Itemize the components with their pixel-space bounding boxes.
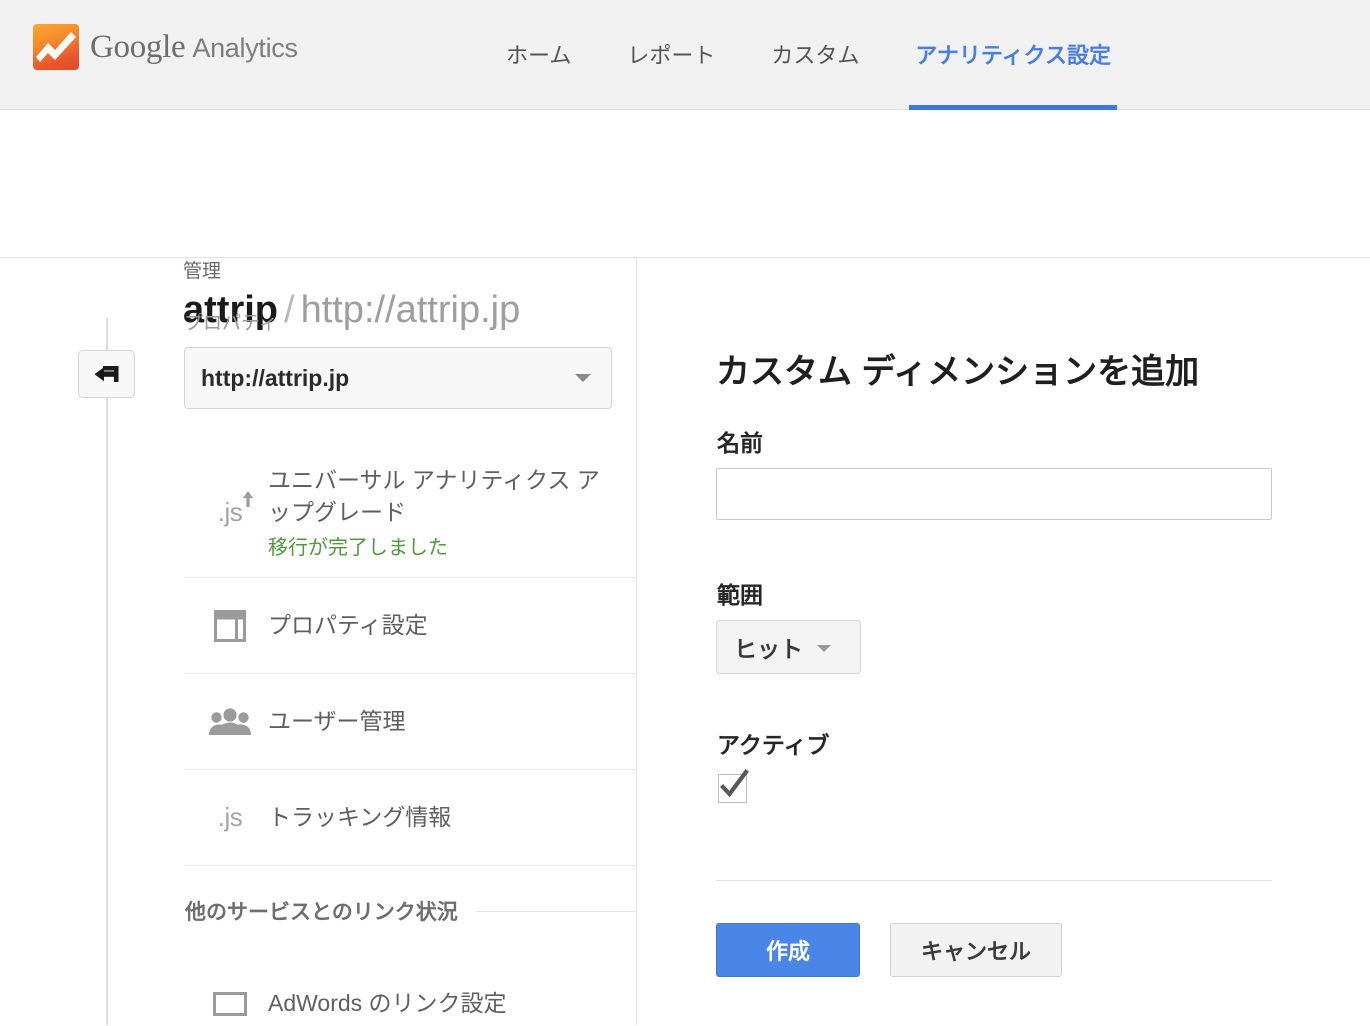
chevron-down-icon [817,644,831,652]
main-nav-tabs: ホーム レポート カスタム アナリティクス設定 [478,0,1139,110]
tab-admin-label: アナリティクス設定 [915,43,1111,68]
admin-body: プロパティ http://attrip.jp .js ユニバーサル アナリティク… [0,258,1370,1025]
tab-admin[interactable]: アナリティクス設定 [887,0,1139,110]
analytics-logo-icon [33,24,79,70]
rail-connector-line [106,318,108,1025]
chevron-down-icon [575,374,591,382]
property-select-value: http://attrip.jp [201,364,350,391]
sidebar-item-user-management[interactable]: ユーザー管理 [184,674,637,770]
js-upgrade-icon: .js [192,491,268,528]
scope-select[interactable]: ヒット [716,620,861,674]
brand-google-word: Google [90,28,186,65]
sidebar-section-linked-services: 他のサービスとのリンク状況 [184,866,637,956]
account-bar: 管理 attrip / http://attrip.jp [0,110,1370,331]
panel-divider [716,880,1272,881]
sidebar-item-property-settings[interactable]: プロパティ設定 [184,578,637,674]
brand-text: Google Analytics [90,28,298,65]
adwords-icon [192,989,268,1019]
users-group-icon [192,706,268,738]
tab-home[interactable]: ホーム [478,0,599,110]
property-select-label: プロパティ [184,313,278,334]
property-settings-icon [192,606,268,646]
create-button[interactable]: 作成 [716,923,860,977]
brand-product-word: Analytics [192,32,298,63]
sidebar-item-adwords-linking[interactable]: AdWords のリンク設定 [184,956,637,1026]
name-input[interactable] [716,468,1272,520]
tab-custom[interactable]: カスタム [743,0,887,110]
page-title: カスタム ディメンションを追加 [716,353,1200,391]
sidebar-item-ua-upgrade[interactable]: .js ユニバーサル アナリティクス アップグレード 移行が完了しました [184,448,637,578]
app-header: Google Analytics ホーム レポート カスタム アナリティクス設定 [0,0,1370,110]
section-divider [475,910,637,912]
scope-select-value: ヒット [734,636,803,662]
brand-logo-group[interactable]: Google Analytics [33,24,298,70]
sidebar-item-ua-upgrade-status: 移行が完了しました [268,536,448,559]
sidebar-item-tracking-info[interactable]: .js トラッキング情報 [184,770,637,866]
property-select[interactable]: http://attrip.jp [184,347,612,409]
tab-reports[interactable]: レポート [599,0,743,110]
tab-custom-label: カスタム [771,43,860,68]
sidebar-item-ua-upgrade-text: ユニバーサル アナリティクス アップグレード 移行が完了しました [268,465,618,559]
scope-field-label: 範囲 [717,582,763,608]
sidebar-item-ua-upgrade-label: ユニバーサル アナリティクス アップグレード [268,467,600,525]
tab-home-label: ホーム [506,43,572,68]
back-arrow-icon[interactable] [78,350,135,398]
js-icon: .js [217,802,243,832]
name-field-label: 名前 [717,430,763,456]
sidebar-item-adwords-linking-label: AdWords のリンク設定 [268,989,507,1016]
sidebar-item-tracking-info-label: トラッキング情報 [268,803,452,830]
tab-reports-label: レポート [627,43,716,68]
property-menu: .js ユニバーサル アナリティクス アップグレード 移行が完了しました プロパ… [184,448,637,1026]
sidebar-item-user-management-label: ユーザー管理 [268,707,406,734]
cancel-button[interactable]: キャンセル [890,923,1063,977]
sidebar-section-linked-services-label: 他のサービスとのリンク状況 [185,901,458,924]
active-field-label: アクティブ [717,732,830,758]
panel-actions: 作成 キャンセル [716,923,1063,977]
active-checkbox[interactable] [718,769,749,803]
sidebar-item-property-settings-label: プロパティ設定 [268,611,428,638]
